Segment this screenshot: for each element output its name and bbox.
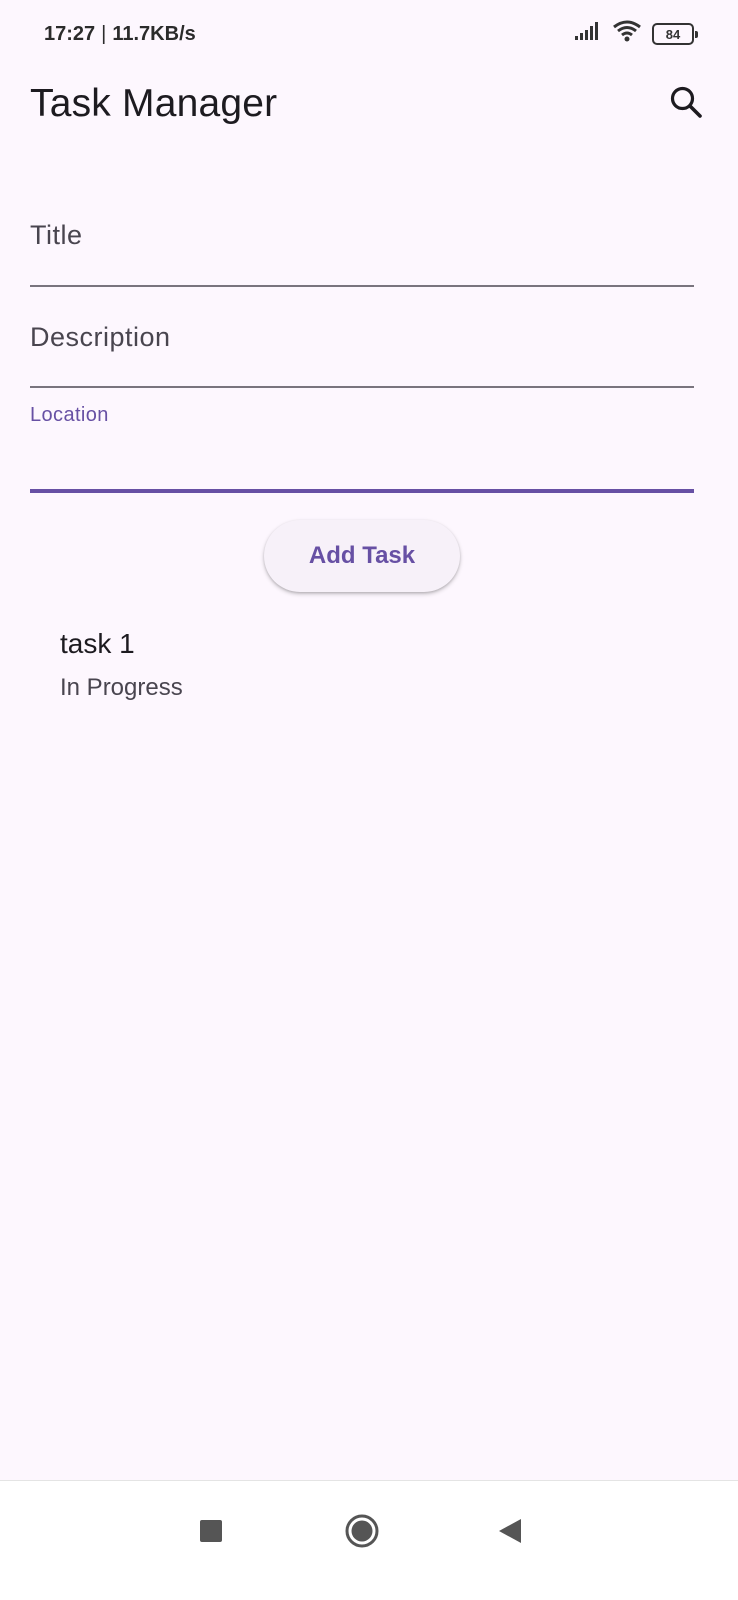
status-right: 84 [574, 20, 698, 48]
search-button[interactable] [662, 80, 710, 128]
status-bar: 17:27 | 11.7KB/s 84 [0, 0, 738, 68]
status-time: 17:27 [44, 22, 96, 45]
back-icon [497, 1517, 523, 1550]
location-label: Location [30, 404, 109, 426]
title-underline [30, 285, 694, 287]
description-underline [30, 386, 694, 388]
battery-level: 84 [665, 26, 681, 42]
network-speed: 11.7KB/s [112, 22, 196, 45]
status-separator: | [101, 22, 107, 45]
back-button[interactable] [480, 1503, 540, 1563]
wifi-icon [612, 20, 642, 48]
location-underline [30, 489, 694, 493]
task-status: In Progress [60, 674, 183, 701]
task-title: task 1 [60, 628, 135, 659]
add-task-button[interactable]: Add Task [264, 520, 460, 592]
signal-icon [574, 22, 602, 46]
system-nav-bar [0, 1480, 738, 1600]
title-field[interactable]: Title [30, 200, 694, 290]
search-icon [669, 85, 703, 124]
list-item[interactable]: task 1 In Progress [60, 628, 680, 718]
description-field[interactable]: Description [30, 300, 694, 392]
home-button[interactable] [332, 1503, 392, 1563]
title-input[interactable] [30, 218, 694, 258]
app-bar: Task Manager [0, 68, 738, 140]
home-icon [344, 1513, 380, 1554]
battery-icon: 84 [652, 23, 698, 45]
status-left: 17:27 | 11.7KB/s [44, 23, 196, 46]
recents-icon [199, 1519, 223, 1548]
page-title: Task Manager [30, 82, 278, 125]
location-input[interactable] [30, 438, 694, 478]
description-input[interactable] [30, 320, 694, 360]
recents-button[interactable] [181, 1503, 241, 1563]
location-field[interactable]: Location [30, 400, 694, 495]
